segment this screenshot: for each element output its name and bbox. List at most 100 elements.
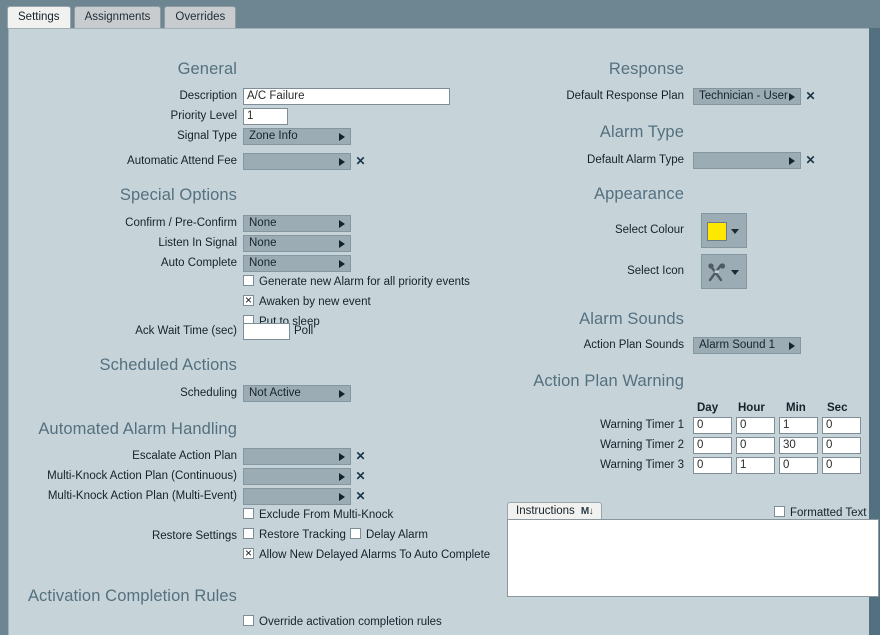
warning-timer-3-sec-input[interactable]: 0 (822, 457, 861, 474)
generate-new-alarm-row[interactable]: Generate new Alarm for all priority even… (243, 275, 470, 291)
label-select-colour: Select Colour (614, 224, 684, 236)
chevron-right-icon (339, 473, 345, 481)
override-activation-rules-row[interactable]: Override activation completion rules (243, 615, 442, 631)
generate-new-alarm-checkbox[interactable] (243, 275, 254, 286)
label-automatic-attend-fee: Automatic Attend Fee (127, 155, 237, 167)
warning-timer-2-hour-input[interactable]: 0 (736, 437, 775, 454)
awaken-by-new-event-label: Awaken by new event (259, 296, 371, 308)
clear-escalate-action-plan-icon[interactable]: ✕ (355, 449, 366, 464)
chevron-down-icon (731, 229, 739, 234)
label-poll: Poll (294, 325, 314, 337)
chevron-right-icon (339, 453, 345, 461)
label-scheduling: Scheduling (180, 387, 237, 399)
warning-timer-2-sec-input[interactable]: 0 (822, 437, 861, 454)
priority-level-input[interactable]: 1 (243, 108, 288, 125)
scheduling-value: Not Active (249, 387, 301, 399)
instructions-textarea[interactable] (507, 519, 879, 597)
warning-timer-1-sec-input[interactable]: 0 (822, 417, 861, 434)
chevron-right-icon (339, 493, 345, 501)
panel-left-edge (0, 28, 8, 635)
default-response-plan-combo[interactable]: Technician - User (693, 88, 801, 105)
tab-overrides[interactable]: Overrides (164, 6, 237, 28)
delay-alarm-checkbox[interactable] (350, 528, 361, 539)
label-listen-in-signal: Listen In Signal (158, 237, 237, 249)
label-escalate-action-plan: Escalate Action Plan (132, 450, 237, 462)
chevron-right-icon (339, 390, 345, 398)
auto-complete-value: None (249, 257, 277, 269)
exclude-from-multi-knock-row[interactable]: Exclude From Multi-Knock (243, 508, 393, 524)
instructions-panel: Instructions M↓ (507, 502, 879, 600)
chevron-right-icon (339, 260, 345, 268)
instructions-tab-label: Instructions (516, 505, 575, 517)
colour-swatch (707, 222, 727, 241)
warning-timer-1-min-input[interactable]: 1 (779, 417, 818, 434)
override-activation-rules-checkbox[interactable] (243, 615, 254, 626)
warning-timer-3-min-input[interactable]: 0 (779, 457, 818, 474)
tab-assignments[interactable]: Assignments (73, 6, 162, 28)
section-header-scheduled-actions: Scheduled Actions (99, 356, 237, 374)
restore-tracking-checkbox[interactable] (243, 528, 254, 539)
default-response-plan-value: Technician - User (699, 90, 788, 102)
label-warning-timer-2: Warning Timer 2 (600, 439, 684, 451)
warning-timer-1-day-input[interactable]: 0 (693, 417, 732, 434)
default-alarm-type-combo[interactable] (693, 152, 801, 169)
clear-default-alarm-type-icon[interactable]: ✕ (805, 153, 816, 168)
multi-knock-multi-event-combo[interactable] (243, 488, 351, 505)
column-header-min: Min (786, 402, 806, 414)
warning-timer-3-hour-input[interactable]: 1 (736, 457, 775, 474)
warning-timer-1-hour-input[interactable]: 0 (736, 417, 775, 434)
warning-timer-2-day-input[interactable]: 0 (693, 437, 732, 454)
clear-multi-knock-continuous-icon[interactable]: ✕ (355, 469, 366, 484)
label-restore-settings: Restore Settings (151, 530, 237, 542)
escalate-action-plan-combo[interactable] (243, 448, 351, 465)
exclude-from-multi-knock-checkbox[interactable] (243, 508, 254, 519)
chevron-right-icon (339, 133, 345, 141)
chevron-right-icon (339, 220, 345, 228)
clear-automatic-attend-fee-icon[interactable]: ✕ (355, 154, 366, 169)
chevron-right-icon (789, 157, 795, 165)
delay-alarm-label: Delay Alarm (366, 529, 428, 541)
section-header-alarm-type: Alarm Type (599, 123, 684, 141)
awaken-by-new-event-row[interactable]: Awaken by new event (243, 293, 371, 311)
scheduling-combo[interactable]: Not Active (243, 385, 351, 402)
listen-in-signal-combo[interactable]: None (243, 235, 351, 252)
label-ack-wait-time: Ack Wait Time (sec) (135, 325, 237, 337)
label-default-alarm-type: Default Alarm Type (587, 154, 684, 166)
chevron-right-icon (339, 240, 345, 248)
action-plan-sounds-combo[interactable]: Alarm Sound 1 (693, 337, 801, 354)
tab-strip: Settings Assignments Overrides (0, 0, 880, 28)
delay-alarm-row[interactable]: Delay Alarm (350, 528, 428, 544)
section-header-alarm-sounds: Alarm Sounds (579, 310, 684, 328)
listen-in-signal-value: None (249, 237, 277, 249)
column-header-sec: Sec (827, 402, 848, 414)
signal-type-value: Zone Info (249, 130, 298, 142)
allow-delayed-auto-complete-row[interactable]: Allow New Delayed Alarms To Auto Complet… (243, 546, 490, 564)
clear-multi-knock-multi-event-icon[interactable]: ✕ (355, 489, 366, 504)
label-select-icon: Select Icon (627, 265, 684, 277)
label-signal-type: Signal Type (177, 130, 237, 142)
select-colour-picker[interactable] (701, 213, 747, 248)
ack-wait-time-input[interactable] (243, 323, 290, 340)
auto-complete-combo[interactable]: None (243, 255, 351, 272)
warning-timer-2-min-input[interactable]: 30 (779, 437, 818, 454)
section-header-automated-alarm-handling: Automated Alarm Handling (38, 420, 237, 438)
confirm-preconfirm-combo[interactable]: None (243, 215, 351, 232)
chevron-right-icon (789, 342, 795, 350)
select-icon-picker[interactable] (701, 254, 747, 289)
signal-type-combo[interactable]: Zone Info (243, 128, 351, 145)
label-auto-complete: Auto Complete (160, 257, 237, 269)
instructions-tab[interactable]: Instructions M↓ (507, 502, 603, 519)
markdown-m-down-icon: M↓ (580, 506, 594, 517)
warning-timer-3-day-input[interactable]: 0 (693, 457, 732, 474)
multi-knock-continuous-combo[interactable] (243, 468, 351, 485)
allow-delayed-auto-complete-checkbox[interactable] (243, 546, 254, 560)
tools-wrench-screwdriver-icon (706, 262, 728, 283)
awaken-by-new-event-checkbox[interactable] (243, 293, 254, 307)
automatic-attend-fee-combo[interactable] (243, 153, 351, 170)
restore-tracking-row[interactable]: Restore Tracking (243, 528, 346, 544)
section-header-response: Response (608, 60, 684, 78)
clear-default-response-plan-icon[interactable]: ✕ (805, 89, 816, 104)
tab-settings[interactable]: Settings (7, 6, 71, 28)
description-input[interactable]: A/C Failure (243, 88, 450, 105)
label-description: Description (179, 90, 237, 102)
